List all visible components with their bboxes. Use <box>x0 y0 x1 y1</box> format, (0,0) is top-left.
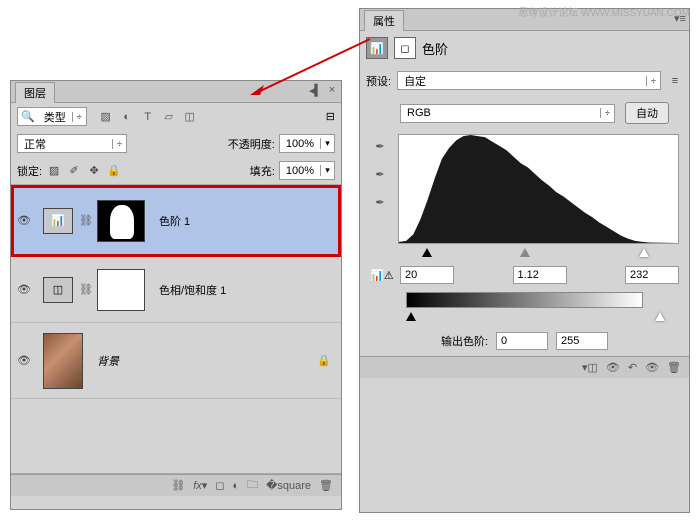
midtone-slider[interactable] <box>520 248 530 257</box>
layer-name[interactable]: 背景 <box>89 353 119 369</box>
levels-adjustment-icon: 📊 <box>43 208 73 234</box>
layer-name[interactable]: 色相/饱和度 1 <box>151 282 226 298</box>
input-slider-track[interactable] <box>406 248 665 262</box>
trash-icon[interactable]: 🗑 <box>319 479 333 492</box>
layer-row-huesat[interactable]: 👁 ◫ ⛓ 色相/饱和度 1 <box>11 257 341 323</box>
lock-all-icon[interactable]: 🔒 <box>106 163 122 179</box>
clip-warning-icon: 📊⚠ <box>370 269 394 282</box>
properties-bottom-bar: ▾◫ 👁 ↶ 👁 🗑 <box>360 356 689 378</box>
tab-layers[interactable]: 图层 <box>15 82 55 103</box>
clip-icon[interactable]: ▾◫ <box>582 361 598 374</box>
levels-icon: 📊 <box>366 37 388 59</box>
lock-label: 锁定: <box>17 163 42 179</box>
link-icon[interactable]: ⛓ <box>79 283 91 296</box>
view-previous-icon[interactable]: 👁 <box>606 361 620 374</box>
filter-pixel-icon[interactable]: ▨ <box>97 109 115 125</box>
layers-panel: 图层 ◂▍ × 🔍类型÷ ▨ ◐ T ▱ ◫ ⊟ 正常÷ 不透明度: 100%▾… <box>10 80 342 510</box>
group-icon[interactable]: 🗀 <box>247 476 258 495</box>
layer-filter-row: 🔍类型÷ ▨ ◐ T ▱ ◫ ⊟ <box>11 103 341 130</box>
blend-mode-select[interactable]: 正常÷ <box>17 134 127 153</box>
output-black-slider[interactable] <box>406 312 416 321</box>
huesat-adjustment-icon: ◫ <box>43 277 73 303</box>
output-white-slider[interactable] <box>655 312 665 321</box>
tab-properties[interactable]: 属性 <box>364 10 404 31</box>
layer-row-background[interactable]: 👁 背景 🔒 <box>11 323 341 399</box>
layer-thumbnail[interactable] <box>43 333 83 389</box>
midtone-input[interactable] <box>513 266 567 284</box>
mask-mode-icon[interactable]: ◻ <box>394 37 416 59</box>
fill-input[interactable]: 100%▾ <box>279 161 335 180</box>
filter-kind-select[interactable]: 🔍类型÷ <box>17 107 87 126</box>
histogram <box>398 134 679 244</box>
filter-shape-icon[interactable]: ▱ <box>160 109 178 125</box>
layer-mask-thumbnail[interactable] <box>97 200 145 242</box>
link-icon[interactable]: ⛓ <box>79 214 91 227</box>
panel-menu-icon[interactable]: ◂▍ <box>309 83 323 97</box>
visibility-icon[interactable]: 👁 <box>11 214 37 227</box>
reset-icon[interactable]: ↶ <box>628 361 637 374</box>
filter-smart-icon[interactable]: ◫ <box>181 109 199 125</box>
panel-close-icon[interactable]: × <box>325 83 339 97</box>
layer-name[interactable]: 色阶 1 <box>151 213 190 229</box>
channel-select[interactable]: RGB÷ <box>400 104 615 123</box>
shadow-slider[interactable] <box>422 248 432 257</box>
watermark-text: 思缘设计论坛 WWW.MISSYUAN.COM <box>518 4 690 19</box>
preset-label: 预设: <box>366 73 391 89</box>
output-lo-input[interactable] <box>496 332 548 350</box>
toggle-visibility-icon[interactable]: 👁 <box>645 361 659 374</box>
output-label: 输出色阶: <box>441 333 488 349</box>
lock-move-icon[interactable]: ✥ <box>86 163 102 179</box>
mask-icon[interactable]: ◻ <box>215 479 224 492</box>
highlight-input[interactable] <box>625 266 679 284</box>
adjustment-title: 色阶 <box>422 39 448 58</box>
layer-row-levels[interactable]: 👁 📊 ⛓ 色阶 1 <box>11 185 341 257</box>
properties-panel: 属性 ▾≡ 📊 ◻ 色阶 预设: 自定÷ ≡ RGB÷ 自动 ✒ ✒ ✒ 📊⚠ <box>359 8 690 513</box>
output-gradient[interactable] <box>406 292 643 308</box>
visibility-icon[interactable]: 👁 <box>11 283 37 296</box>
highlight-slider[interactable] <box>639 248 649 257</box>
preset-menu-icon[interactable]: ≡ <box>667 73 683 89</box>
shadow-input[interactable] <box>400 266 454 284</box>
white-eyedropper-icon[interactable]: ✒ <box>370 196 390 214</box>
trash-icon[interactable]: 🗑 <box>667 361 681 374</box>
layers-bottom-bar: ⛓ fx▾ ◻ ◐ 🗀 �square 🗑 <box>11 474 341 496</box>
layer-list: 👁 📊 ⛓ 色阶 1 👁 ◫ ⛓ 色相/饱和度 1 👁 背景 🔒 <box>11 184 341 474</box>
new-layer-icon[interactable]: �square <box>266 479 311 492</box>
adjustment-icon[interactable]: ◐ <box>232 480 239 492</box>
lock-paint-icon[interactable]: ✐ <box>66 163 82 179</box>
fill-label: 填充: <box>250 163 275 179</box>
link-layers-icon[interactable]: ⛓ <box>171 479 185 492</box>
fx-icon[interactable]: fx▾ <box>193 479 207 492</box>
preset-select[interactable]: 自定÷ <box>397 71 661 90</box>
gray-eyedropper-icon[interactable]: ✒ <box>370 168 390 186</box>
auto-button[interactable]: 自动 <box>625 102 669 124</box>
filter-type-icon[interactable]: T <box>139 109 157 125</box>
layer-mask-thumbnail[interactable] <box>97 269 145 311</box>
opacity-label: 不透明度: <box>228 136 275 152</box>
filter-adjust-icon[interactable]: ◐ <box>118 109 136 125</box>
lock-icon: 🔒 <box>317 354 331 367</box>
layers-tabbar: 图层 ◂▍ × <box>11 81 341 103</box>
opacity-input[interactable]: 100%▾ <box>279 134 335 153</box>
black-eyedropper-icon[interactable]: ✒ <box>370 140 390 158</box>
lock-trans-icon[interactable]: ▨ <box>46 163 62 179</box>
filter-toggle-icon[interactable]: ⊟ <box>326 110 335 123</box>
output-slider-track[interactable] <box>406 312 665 326</box>
output-hi-input[interactable] <box>556 332 608 350</box>
visibility-icon[interactable]: 👁 <box>11 354 37 367</box>
